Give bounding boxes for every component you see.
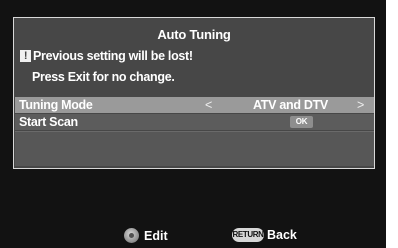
tv-screen: Auto Tuning ! Previous setting will be l… bbox=[0, 0, 386, 248]
warning-message: ! Previous setting will be lost! bbox=[20, 49, 193, 63]
tuning-mode-row[interactable]: Tuning Mode < ATV and DTV > bbox=[15, 97, 374, 113]
warning-text: Previous setting will be lost! bbox=[33, 49, 193, 63]
empty-menu-area bbox=[15, 131, 374, 166]
dpad-icon bbox=[124, 228, 139, 243]
left-arrow-icon[interactable]: < bbox=[205, 98, 212, 112]
tuning-mode-value: ATV and DTV bbox=[253, 98, 328, 112]
back-hint[interactable]: RETURN Back bbox=[232, 228, 297, 242]
edit-hint: Edit bbox=[124, 228, 168, 243]
tuning-mode-label: Tuning Mode bbox=[19, 98, 93, 112]
right-arrow-icon[interactable]: > bbox=[357, 98, 364, 112]
ok-button[interactable]: OK bbox=[290, 116, 313, 128]
info-icon: ! bbox=[20, 50, 31, 62]
start-scan-label: Start Scan bbox=[19, 115, 78, 129]
exit-note: Press Exit for no change. bbox=[32, 70, 175, 84]
dialog-title: Auto Tuning bbox=[157, 27, 231, 42]
edit-label: Edit bbox=[144, 228, 168, 243]
return-button-icon: RETURN bbox=[232, 228, 264, 242]
back-label: Back bbox=[267, 228, 297, 242]
start-scan-row[interactable]: Start Scan OK bbox=[15, 114, 374, 130]
auto-tuning-dialog: Auto Tuning ! Previous setting will be l… bbox=[13, 17, 375, 169]
